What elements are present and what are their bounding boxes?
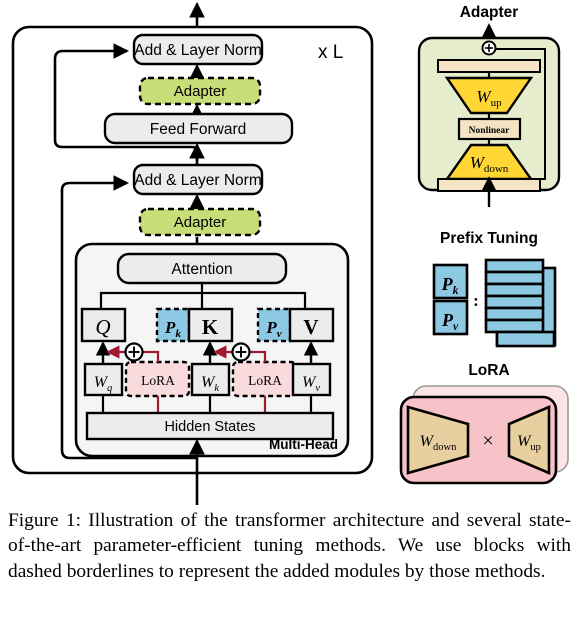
add-norm-top-label: Add & Layer Norm (134, 42, 262, 59)
k-label: K (202, 315, 219, 339)
wv-block: Wv (291, 362, 332, 397)
add-norm-bottom-label: Add & Layer Norm (134, 172, 262, 189)
prefix-pk-block[interactable]: Pk (155, 307, 191, 343)
prefix-pv-block[interactable]: Pv (256, 307, 292, 343)
prefix-stack-row (484, 306, 545, 322)
prefix-stack-row (484, 294, 545, 310)
adapter-panel-title: Adapter (460, 4, 519, 21)
adapter-wdown-sub: down (484, 163, 509, 175)
v-label: V (303, 315, 318, 339)
figure-caption-text: Figure 1: Illustration of the transforme… (8, 510, 571, 582)
prefix-stack-row (484, 282, 545, 298)
adapter-nonlinear-label: Nonlinear (469, 126, 510, 136)
figure-caption: Figure 1: Illustration of the transforme… (8, 508, 571, 584)
adapter-block-bottom[interactable]: Adapter (138, 207, 262, 237)
plus-node-q (124, 342, 144, 362)
add-norm-bottom: Add & Layer Norm (132, 163, 264, 196)
pv-label: P (265, 318, 277, 337)
pk-label: P (164, 318, 176, 337)
prefix-panel-title: Prefix Tuning (440, 230, 538, 247)
plus-node-k (231, 342, 251, 362)
prefix-pv-sub: v (453, 321, 459, 333)
hidden-states-label: Hidden States (164, 419, 255, 435)
adapter-wup-sub: up (491, 97, 503, 109)
prefix-stack-row (484, 270, 545, 286)
adapter-top-bar (437, 59, 541, 73)
attention-block: Attention (116, 252, 288, 285)
adapter-block-top[interactable]: Adapter (138, 76, 262, 106)
hidden-states-block: Hidden States (85, 411, 335, 441)
lora-wup-sub: up (530, 442, 541, 453)
adapter-bottom-label: Adapter (174, 214, 227, 231)
prefix-pk-sub: k (453, 285, 459, 297)
feed-forward-label: Feed Forward (150, 121, 246, 138)
figure-root: x L Add & Layer Norm Adapter Feed Forwar… (0, 0, 579, 633)
pk-sub: k (175, 328, 181, 340)
q-label: Q (95, 315, 110, 339)
prefix-separator: : (473, 291, 479, 310)
q-block: Q (80, 307, 127, 343)
prefix-pv-box: Pv (432, 299, 469, 336)
repeat-label: x L (318, 42, 343, 63)
prefix-pk-box: Pk (432, 263, 469, 300)
pv-sub: v (277, 328, 282, 340)
lora-panel-title: LoRA (468, 362, 509, 379)
lora-q-label: LoRA (141, 373, 175, 388)
adapter-sum-node (481, 40, 497, 56)
wq-block: Wq (83, 362, 124, 397)
lora-k-block[interactable]: LoRA (231, 360, 298, 398)
prefix-stack-row (484, 258, 545, 274)
figure-diagram: x L Add & Layer Norm Adapter Feed Forwar… (11, 1, 569, 505)
v-block: V (288, 307, 335, 343)
wk-sub: k (214, 383, 219, 394)
wv-sub: v (315, 383, 320, 394)
adapter-nonlinear-block: Nonlinear (457, 117, 522, 141)
prefix-stack-row (484, 318, 545, 334)
feed-forward-block: Feed Forward (103, 112, 294, 145)
add-norm-top: Add & Layer Norm (132, 33, 264, 66)
lora-k-label: LoRA (248, 373, 282, 388)
k-block: K (187, 307, 234, 343)
attention-label: Attention (171, 261, 232, 278)
transformer-block: x L Add & Layer Norm Adapter Feed Forwar… (11, 1, 374, 505)
adapter-panel: Adapter Wup Nonlinear Wdown (417, 4, 561, 207)
lora-wdown-sub: down (433, 442, 457, 453)
lora-times-symbol: × (482, 430, 493, 452)
lora-q-block[interactable]: LoRA (124, 360, 191, 398)
lora-panel: LoRA Wdown × Wup (399, 362, 569, 485)
wk-block: Wk (190, 362, 231, 397)
wq-sub: q (107, 383, 112, 394)
prefix-tuning-panel: Prefix Tuning Pk Pv : (432, 230, 557, 348)
prefix-stack-row-offset (495, 330, 556, 348)
adapter-top-label: Adapter (174, 83, 227, 100)
